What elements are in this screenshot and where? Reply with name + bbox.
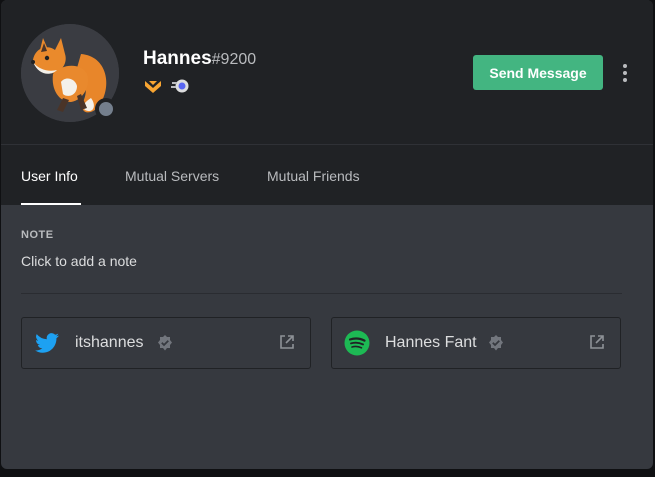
nitro-boost-icon[interactable] xyxy=(171,78,191,99)
name-tag[interactable]: Hannes#9200 xyxy=(143,48,256,70)
user-profile-modal: Hannes#9200 Send Message User Info Mutua… xyxy=(1,0,653,469)
connected-account-spotify[interactable]: Hannes Fant xyxy=(331,317,621,369)
discriminator: #9200 xyxy=(211,51,257,68)
status-indicator-offline xyxy=(95,98,117,120)
send-message-button[interactable]: Send Message xyxy=(473,55,603,90)
hypesquad-bravery-icon[interactable] xyxy=(143,78,163,99)
tab-user-info[interactable]: User Info xyxy=(21,168,78,184)
more-options-icon[interactable] xyxy=(615,62,635,84)
account-name: Hannes Fant xyxy=(385,334,477,351)
verified-icon xyxy=(156,334,174,352)
tab-mutual-servers[interactable]: Mutual Servers xyxy=(125,168,219,184)
external-link-icon[interactable] xyxy=(588,333,606,351)
profile-badges xyxy=(143,78,191,99)
connected-account-twitter[interactable]: itshannes xyxy=(21,317,311,369)
verified-icon xyxy=(487,334,505,352)
external-link-icon[interactable] xyxy=(278,333,296,351)
username: Hannes xyxy=(143,48,212,69)
tab-mutual-friends[interactable]: Mutual Friends xyxy=(267,168,360,184)
note-label: NOTE xyxy=(21,229,54,241)
active-tab-indicator xyxy=(21,203,81,205)
twitter-icon xyxy=(34,330,60,356)
profile-header: Hannes#9200 Send Message User Info Mutua… xyxy=(1,0,653,205)
content-divider xyxy=(21,293,622,294)
avatar-container xyxy=(21,24,119,122)
spotify-icon xyxy=(344,330,370,356)
account-name: itshannes xyxy=(75,334,144,351)
header-divider xyxy=(1,144,653,145)
note-input[interactable]: Click to add a note xyxy=(21,253,137,269)
